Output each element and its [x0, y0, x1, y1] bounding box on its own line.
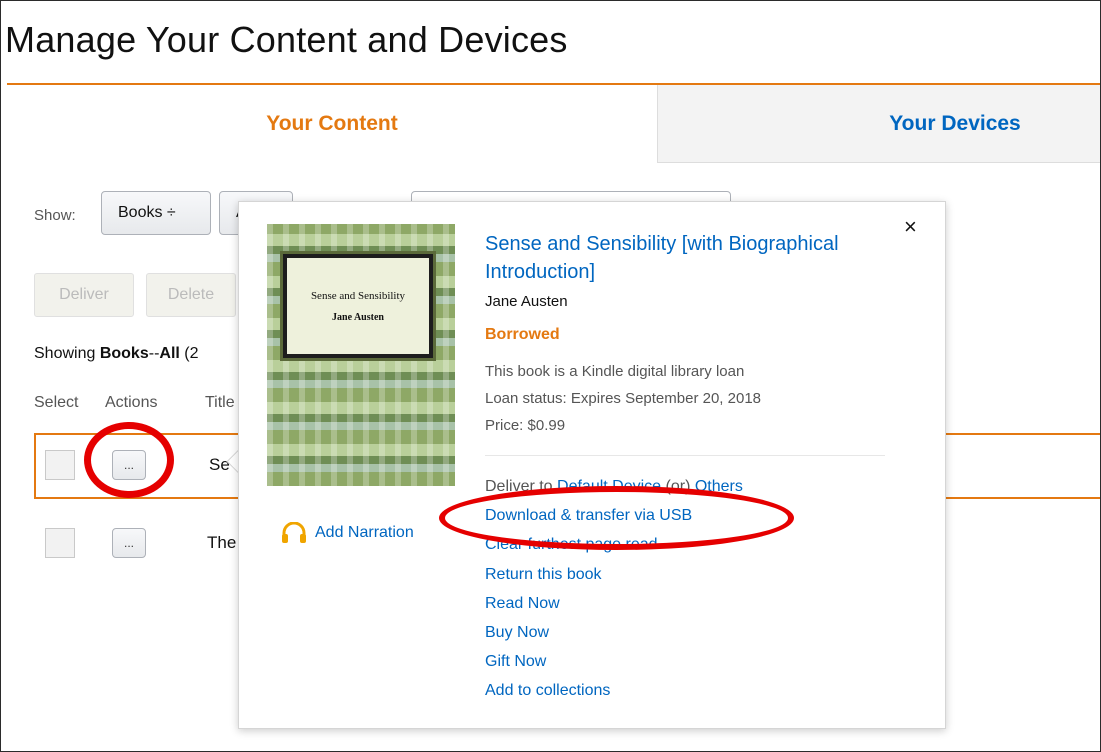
download-transfer-usb-link[interactable]: Download & transfer via USB: [485, 507, 692, 525]
deliver-or-label: (or): [661, 478, 695, 495]
close-icon[interactable]: ×: [904, 214, 917, 240]
deliver-button[interactable]: Deliver: [34, 273, 134, 317]
loan-status: Loan status: Expires September 20, 2018: [485, 390, 762, 407]
delete-button[interactable]: Delete: [146, 273, 236, 317]
return-book-link[interactable]: Return this book: [485, 566, 602, 584]
add-narration-link[interactable]: Add Narration: [281, 522, 414, 544]
row-1-title[interactable]: Se: [209, 455, 230, 475]
showing-sep: --: [148, 345, 160, 362]
showing-category: Books: [99, 345, 149, 362]
book-author: Jane Austen: [485, 293, 568, 310]
page-title: Manage Your Content and Devices: [5, 19, 568, 60]
deliver-to-label: Deliver to: [485, 478, 558, 495]
cover-title: Sense and Sensibility: [310, 290, 406, 302]
clear-furthest-page-link[interactable]: Clear furthest page read: [485, 536, 658, 554]
row-1-checkbox[interactable]: [45, 450, 75, 480]
column-header-actions: Actions: [105, 394, 158, 411]
row-1-actions-button[interactable]: ...: [112, 450, 146, 480]
buy-now-link[interactable]: Buy Now: [485, 624, 549, 642]
page-frame: Manage Your Content and Devices Your Con…: [0, 0, 1101, 752]
tab-your-devices[interactable]: Your Devices: [657, 85, 1100, 163]
loan-note: This book is a Kindle digital library lo…: [485, 363, 745, 380]
deliver-to-line: Deliver to Default Device (or) Others: [485, 478, 743, 496]
show-label: Show:: [34, 207, 76, 224]
showing-filter: All: [159, 345, 180, 362]
column-header-select: Select: [34, 394, 79, 411]
showing-prefix: Showing: [34, 345, 100, 362]
tab-your-content[interactable]: Your Content: [7, 85, 657, 163]
row-2-actions-button[interactable]: ...: [112, 528, 146, 558]
content-details-popover: × Sense and Sensibility Jane Austen Add …: [238, 201, 946, 729]
row-2-title[interactable]: The: [207, 533, 236, 553]
popover-divider: [485, 455, 885, 456]
read-now-link[interactable]: Read Now: [485, 595, 560, 613]
others-link[interactable]: Others: [695, 478, 743, 495]
book-price: Price: $0.99: [485, 417, 566, 434]
column-header-title[interactable]: Title: [205, 394, 235, 412]
status-badge: Borrowed: [485, 326, 560, 343]
book-title-link[interactable]: Sense and Sensibility [with Biographical…: [485, 230, 865, 286]
add-to-collections-link[interactable]: Add to collections: [485, 682, 610, 700]
default-device-link[interactable]: Default Device: [557, 478, 661, 495]
row-2-checkbox[interactable]: [45, 528, 75, 558]
showing-count: (2: [179, 345, 199, 362]
gift-now-link[interactable]: Gift Now: [485, 653, 546, 671]
headphones-icon: [282, 522, 306, 543]
cover-author: Jane Austen: [332, 312, 384, 323]
book-cover-image[interactable]: Sense and Sensibility Jane Austen: [267, 224, 455, 486]
cover-frame: Sense and Sensibility Jane Austen: [283, 254, 433, 358]
showing-summary: Showing Books--All (2: [34, 345, 199, 363]
category-select[interactable]: Books ÷: [101, 191, 211, 235]
add-narration-label: Add Narration: [315, 524, 414, 541]
